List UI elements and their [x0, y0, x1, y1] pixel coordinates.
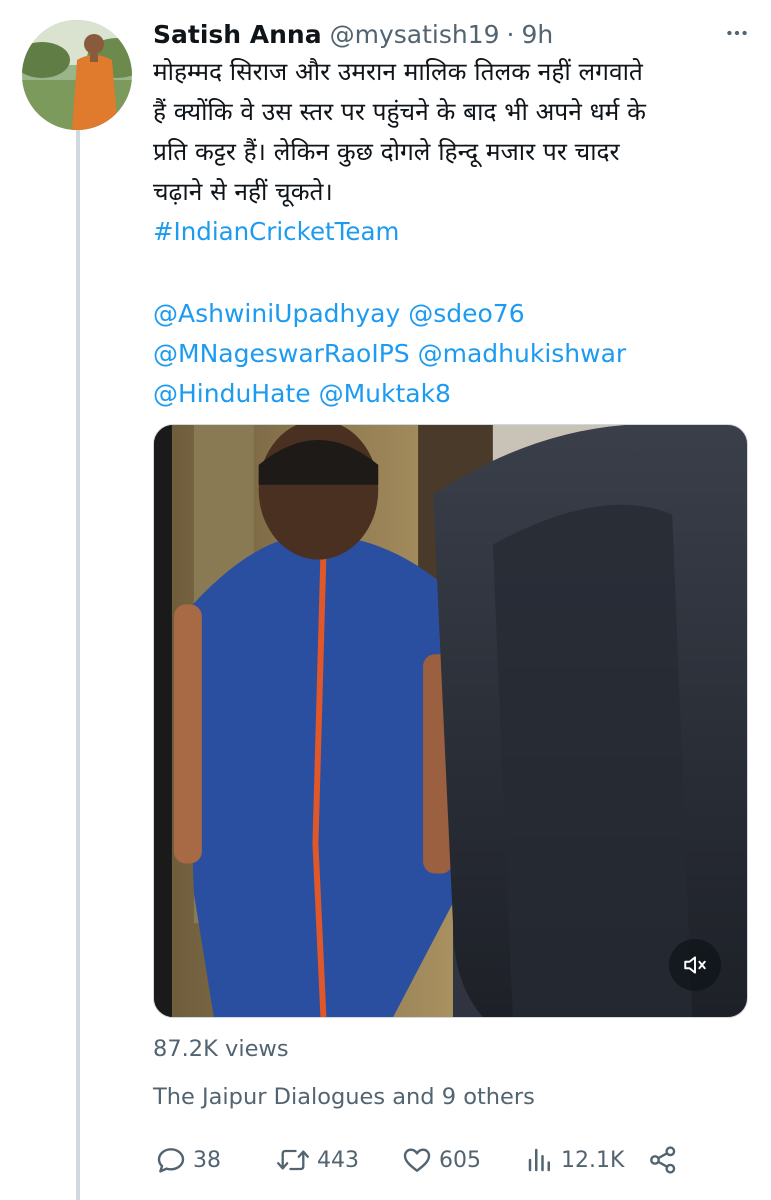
social-context[interactable]: The Jaipur Dialogues and 9 others	[153, 1084, 535, 1110]
reply-icon	[157, 1148, 185, 1173]
video-frame	[154, 425, 747, 1017]
share-icon	[650, 1146, 676, 1174]
share-button[interactable]	[647, 1140, 679, 1180]
mention-link[interactable]: @HinduHate	[153, 379, 311, 408]
timestamp[interactable]: 9h	[521, 20, 553, 49]
avatar-image	[22, 20, 132, 130]
mute-button[interactable]	[669, 939, 721, 991]
mention-link[interactable]: @AshwiniUpadhyay	[153, 299, 400, 328]
tweet-header: Satish Anna @mysatish19 · 9h	[153, 17, 753, 51]
retweet-icon	[277, 1149, 309, 1171]
mention-link[interactable]: @Muktak8	[319, 379, 451, 408]
tweet-text-line: हैं क्योंकि वे उस स्तर पर पहुंचने के बाद…	[153, 97, 646, 126]
tweet-text-line: चढ़ाने से नहीं चूकते।	[153, 177, 333, 206]
analytics-count: 12.1K	[561, 1147, 625, 1173]
heart-icon	[403, 1148, 431, 1172]
like-count: 605	[439, 1147, 481, 1173]
more-icon	[727, 30, 747, 36]
retweet-button[interactable]: 443	[275, 1140, 359, 1180]
tweet-text-line: मोहम्मद सिराज और उमरान मालिक तिलक नहीं ल…	[153, 57, 643, 86]
tweet-text: मोहम्मद सिराज और उमरान मालिक तिलक नहीं ल…	[153, 52, 753, 252]
author-display-name[interactable]: Satish Anna	[153, 20, 322, 49]
speaker-muted-icon	[684, 956, 706, 974]
mention-link[interactable]: @MNageswarRaoIPS	[153, 339, 410, 368]
tweet-text-line: प्रति कट्टर हैं। लेकिन कुछ दोगले हिन्दू …	[153, 137, 620, 166]
more-options-button[interactable]	[722, 18, 752, 48]
avatar[interactable]	[22, 20, 132, 130]
mentions: @AshwiniUpadhyay @sdeo76 @MNageswarRaoIP…	[153, 294, 753, 414]
mention-link[interactable]: @madhukishwar	[418, 339, 627, 368]
reply-button[interactable]: 38	[155, 1140, 221, 1180]
analytics-button[interactable]: 12.1K	[525, 1140, 624, 1180]
retweet-count: 443	[317, 1147, 359, 1173]
mention-link[interactable]: @sdeo76	[408, 299, 524, 328]
analytics-icon	[528, 1148, 550, 1172]
action-bar: 38 443 605 12.1K	[153, 1140, 753, 1180]
hashtag-link[interactable]: #IndianCricketTeam	[153, 217, 399, 246]
reply-count: 38	[193, 1147, 221, 1173]
like-button[interactable]: 605	[401, 1140, 481, 1180]
author-handle[interactable]: @mysatish19	[330, 20, 500, 49]
separator-dot: ·	[506, 19, 515, 49]
video-player[interactable]	[153, 424, 748, 1018]
view-count: 87.2K views	[153, 1036, 289, 1062]
thread-line	[76, 128, 80, 1200]
